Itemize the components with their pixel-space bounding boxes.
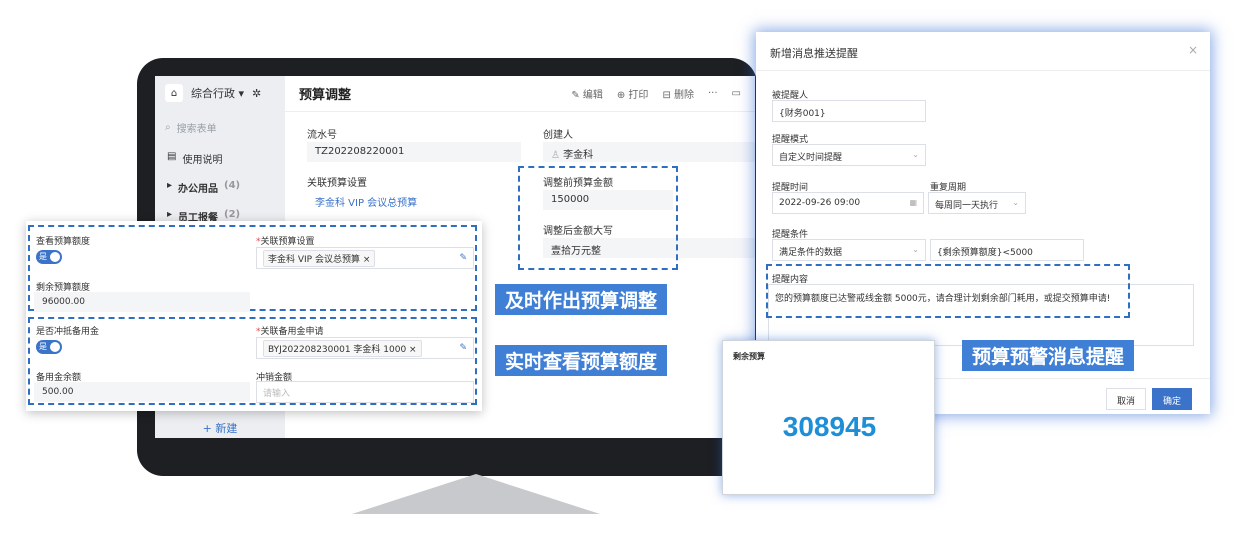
- close-icon[interactable]: ×: [1188, 43, 1198, 57]
- dialog-divider: [756, 70, 1210, 71]
- view-budget-toggle[interactable]: 是: [36, 250, 62, 264]
- serial-label: 流水号: [307, 130, 337, 141]
- time-value: 2022-09-26 09:00: [779, 198, 861, 208]
- chevron-down-icon: ⌄: [912, 150, 919, 159]
- workspace-switcher[interactable]: 综合行政 ▾: [191, 85, 244, 101]
- page-title: 预算调整: [299, 88, 352, 103]
- offset-petty-toggle[interactable]: 是: [36, 340, 62, 354]
- gear-icon[interactable]: ✲: [252, 87, 261, 100]
- condition-select[interactable]: 满足条件的数据 ⌄: [772, 239, 926, 261]
- serial-value: TZ202208220001: [307, 142, 521, 162]
- chevron-down-icon: ⌄: [1012, 198, 1019, 207]
- delete-button[interactable]: ⊟ 删除: [662, 86, 694, 101]
- remaining-budget-card: 剩余预算 308945: [722, 340, 935, 495]
- condition-expression[interactable]: {剩余预算额度}<5000: [930, 239, 1084, 261]
- linked-petty-select[interactable]: BYJ202208230001 李金科 1000 × ✎: [256, 337, 474, 359]
- repeat-select[interactable]: 每周同一天执行 ⌄: [928, 192, 1026, 214]
- linked-petty-label: *关联备用金申请: [256, 327, 324, 337]
- print-button[interactable]: ⊕ 打印: [617, 86, 649, 101]
- main-header: 预算调整 ✎ 编辑 ⊕ 打印 ⊟ 删除 ··· ▭: [285, 76, 755, 112]
- offset-petty-label: 是否冲抵备用金: [36, 327, 100, 337]
- sidebar-item-guide[interactable]: ▤ 使用说明: [155, 144, 285, 173]
- sidebar-item-label: 使用说明: [182, 155, 223, 166]
- writeoff-input[interactable]: 请输入: [256, 381, 474, 403]
- sidebar-search-placeholder: 搜索表单: [176, 123, 217, 135]
- chevron-right-icon: ▸: [167, 180, 173, 191]
- dialog-title: 新增消息推送提醒: [770, 47, 858, 60]
- sidebar-search[interactable]: ⌕ 搜索表单: [165, 116, 275, 138]
- creator-label: 创建人: [543, 130, 573, 141]
- petty-balance-value: 500.00: [34, 382, 250, 402]
- creator-field: ♙ 李金科: [543, 142, 755, 162]
- sidebar-item-count: (4): [224, 180, 241, 191]
- search-icon: ⌕: [165, 121, 171, 133]
- monitor-stand: [352, 474, 600, 514]
- remaining-card-value: 308945: [782, 411, 877, 442]
- panel-linked-budget-label-text: 关联预算设置: [260, 237, 315, 247]
- sidebar-item-office-supplies[interactable]: ▸ 办公用品 (4): [155, 173, 285, 202]
- highlight-content: [766, 264, 1130, 318]
- remaining-card-label: 剩余预算: [733, 352, 765, 361]
- creator-value: 李金科: [563, 150, 594, 161]
- confirm-button[interactable]: 确定: [1152, 388, 1193, 410]
- remaining-budget-value: 96000.00: [34, 292, 250, 312]
- linked-budget-tag-text: 李金科 VIP 会议总预算: [268, 254, 360, 265]
- callout-alert: 预算预警消息提醒: [962, 340, 1135, 371]
- calendar-icon: ▦: [909, 198, 917, 207]
- budget-view-panel: 查看预算额度 是 *关联预算设置 李金科 VIP 会议总预算 × ✎ 剩余预算额…: [26, 221, 482, 411]
- view-budget-label: 查看预算额度: [36, 237, 91, 247]
- condition-value: 满足条件的数据: [779, 248, 843, 258]
- linked-petty-tag-text: BYJ202208230001 李金科 1000: [268, 344, 407, 355]
- callout-budget-adjust: 及时作出预算调整: [495, 284, 668, 315]
- cancel-button[interactable]: 取消: [1106, 388, 1147, 410]
- mode-select[interactable]: 自定义时间提醒 ⌄: [772, 144, 926, 166]
- panel-linked-budget-select[interactable]: 李金科 VIP 会议总预算 × ✎: [256, 247, 474, 269]
- user-icon: ♙: [551, 150, 564, 161]
- chevron-down-icon: ⌄: [912, 245, 919, 254]
- linked-budget-tag: 李金科 VIP 会议总预算 ×: [263, 249, 376, 267]
- linked-budget-link[interactable]: 李金科 VIP 会议总预算: [307, 190, 521, 210]
- highlight-budget-adjust: [518, 166, 678, 270]
- edit-icon[interactable]: ✎: [459, 253, 467, 263]
- panel-linked-budget-label: *关联预算设置: [256, 237, 315, 247]
- linked-budget-label: 关联预算设置: [307, 178, 367, 189]
- sidebar-header: ⌂ 综合行政 ▾ ✲: [155, 76, 285, 110]
- sidebar-item-label: 办公用品: [178, 184, 219, 195]
- mode-value: 自定义时间提醒: [779, 153, 843, 163]
- edit-button[interactable]: ✎ 编辑: [571, 86, 603, 101]
- document-icon: ▤: [167, 151, 177, 162]
- more-button[interactable]: ···: [708, 88, 718, 99]
- edit-icon[interactable]: ✎: [459, 343, 467, 353]
- linked-petty-tag: BYJ202208230001 李金科 1000 ×: [263, 339, 422, 357]
- repeat-value: 每周同一天执行: [935, 201, 999, 211]
- callout-view-budget: 实时查看预算额度: [495, 345, 668, 376]
- home-icon[interactable]: ⌂: [165, 84, 183, 102]
- window-icon[interactable]: ▭: [732, 88, 741, 99]
- linked-petty-label-text: 关联备用金申请: [260, 327, 324, 337]
- recipient-input[interactable]: {财务001}: [772, 100, 926, 122]
- new-button[interactable]: + 新建: [155, 420, 285, 436]
- time-input[interactable]: 2022-09-26 09:00 ▦: [772, 192, 924, 214]
